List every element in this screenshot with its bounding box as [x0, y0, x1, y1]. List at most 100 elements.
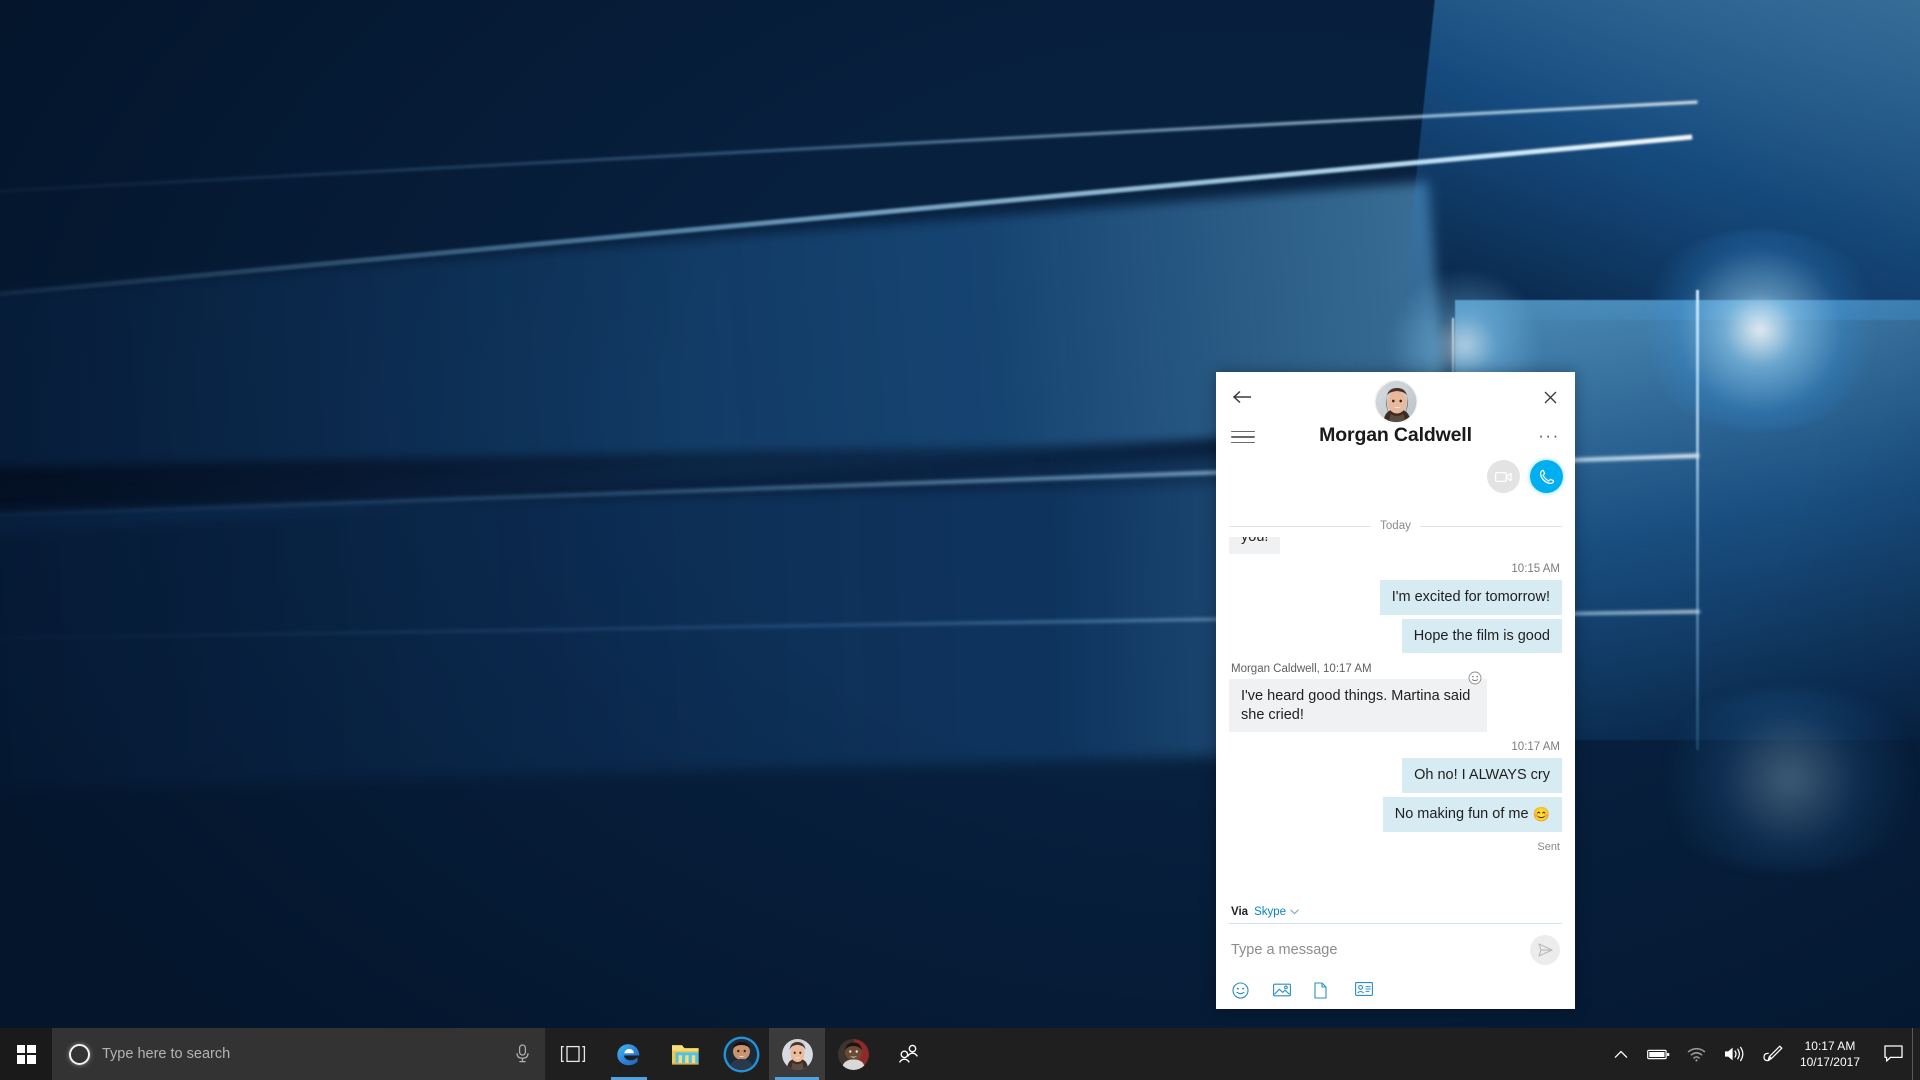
message-timestamp: 10:15 AM: [1511, 563, 1560, 575]
my-people-icon: [898, 1044, 918, 1063]
chat-header: Morgan Caldwell ···: [1216, 372, 1575, 514]
windows-logo-icon: [16, 1044, 36, 1064]
message-emoji: 😊: [1532, 805, 1550, 822]
contact-card-glyph: [1355, 982, 1373, 996]
divider-rule-left: [1229, 525, 1372, 527]
battery-icon: [1647, 1049, 1670, 1059]
start-button[interactable]: [0, 1028, 52, 1080]
close-button[interactable]: [1535, 382, 1565, 412]
message-text: I'm excited for tomorrow!: [1391, 589, 1550, 605]
via-selector[interactable]: Via Skype: [1229, 902, 1562, 924]
microphone-icon[interactable]: [514, 1044, 531, 1064]
chevron-down-icon[interactable]: [1290, 909, 1299, 915]
people-contact-3-avatar: [837, 1038, 869, 1070]
send-button[interactable]: [1530, 935, 1560, 965]
taskbar[interactable]: Type here to search 10:17 AM 10/17/2017: [0, 1028, 1920, 1080]
network-button[interactable]: [1678, 1028, 1716, 1080]
wallpaper-vignette: [0, 0, 1920, 1080]
file-glyph: [1314, 982, 1327, 999]
logo-pane-2: [27, 1044, 36, 1053]
divider-rule-right: [1419, 525, 1562, 527]
logo-pane-4: [27, 1055, 36, 1064]
battery-button[interactable]: [1640, 1028, 1678, 1080]
people-chat-window[interactable]: Morgan Caldwell ··· Today you! 10:15 AM …: [1216, 372, 1575, 1009]
clock-date: 10/17/2017: [1799, 1055, 1860, 1069]
file-explorer-icon: [671, 1045, 699, 1065]
message-text: I've heard good things. Martina said she…: [1241, 688, 1471, 723]
via-label: Via: [1231, 906, 1249, 918]
cortana-icon[interactable]: [69, 1043, 90, 1065]
logo-pane-3: [16, 1055, 25, 1064]
day-divider-label: Today: [1380, 520, 1411, 532]
contact-1-avatar-image: [725, 1038, 757, 1070]
reaction-smiley-icon[interactable]: [1468, 671, 1482, 685]
message-input[interactable]: [1231, 942, 1522, 958]
message-sender-line: Morgan Caldwell, 10:17 AM: [1231, 663, 1372, 676]
action-center-button[interactable]: [1874, 1028, 1912, 1080]
video-call-button[interactable]: [1487, 460, 1520, 493]
message-row: I'm excited for tomorrow!: [1229, 580, 1562, 615]
task-view-button[interactable]: [545, 1028, 601, 1080]
tray-overflow-button[interactable]: [1602, 1028, 1640, 1080]
pen-icon: [1763, 1045, 1783, 1062]
search-placeholder: Type here to search: [102, 1046, 231, 1062]
contact-morgan-avatar-image: [781, 1038, 813, 1070]
compose-area: Via Skype: [1216, 902, 1575, 1009]
audio-call-button[interactable]: [1530, 460, 1563, 493]
clock[interactable]: 10:17 AM 10/17/2017: [1792, 1028, 1874, 1080]
people-contact-3-button[interactable]: [825, 1028, 881, 1080]
message-text: you!: [1241, 537, 1269, 545]
message-text: No making fun of me: [1394, 805, 1533, 822]
more-options-button[interactable]: ···: [1535, 422, 1563, 450]
action-center-icon: [1883, 1045, 1903, 1062]
desktop[interactable]: [0, 0, 1920, 1080]
message-bubble[interactable]: No making fun of me 😊: [1382, 796, 1562, 832]
image-glyph: [1273, 983, 1291, 997]
message-row: No making fun of me 😊: [1229, 796, 1562, 832]
people-contact-morgan-avatar: [781, 1038, 813, 1070]
microphone-glyph: [516, 1044, 529, 1063]
windows-ink-button[interactable]: [1754, 1028, 1792, 1080]
conversation-list[interactable]: Today you! 10:15 AM I'm excited for tomo…: [1216, 514, 1575, 902]
message-row: Oh no! I ALWAYS cry: [1229, 758, 1562, 793]
image-icon[interactable]: [1273, 982, 1291, 999]
via-value[interactable]: Skype: [1254, 906, 1286, 918]
edge-icon: [617, 1044, 640, 1066]
smiley-outline-icon: [1468, 671, 1482, 685]
message-bubble-clipped[interactable]: you!: [1229, 537, 1281, 554]
chevron-down-glyph: [1290, 909, 1299, 915]
people-contact-morgan-button[interactable]: [769, 1028, 825, 1080]
people-contact-1-button[interactable]: [713, 1028, 769, 1080]
message-row: you!: [1229, 537, 1562, 554]
message-timestamp: 10:17 AM: [1511, 741, 1560, 754]
edge-button[interactable]: [601, 1028, 657, 1080]
chevron-up-icon: [1614, 1050, 1628, 1058]
message-row: I've heard good things. Martina said she…: [1229, 671, 1562, 733]
wifi-icon: [1688, 1047, 1706, 1061]
contact-avatar[interactable]: [1374, 380, 1417, 423]
message-bubble[interactable]: I've heard good things. Martina said she…: [1229, 671, 1487, 733]
volume-icon: [1725, 1046, 1744, 1062]
volume-button[interactable]: [1716, 1028, 1754, 1080]
phone-icon: [1539, 469, 1554, 484]
file-icon[interactable]: [1314, 982, 1331, 999]
contact-3-avatar-image: [837, 1038, 869, 1070]
my-people-button[interactable]: [881, 1028, 937, 1080]
contact-name: Morgan Caldwell: [1319, 424, 1472, 446]
emoji-icon[interactable]: [1232, 982, 1249, 999]
video-camera-icon: [1495, 471, 1512, 482]
contact-card-icon[interactable]: [1355, 982, 1373, 999]
system-tray: 10:17 AM 10/17/2017: [1602, 1028, 1920, 1080]
call-actions: [1487, 460, 1563, 493]
clock-time: 10:17 AM: [1804, 1038, 1856, 1053]
search-box[interactable]: Type here to search: [52, 1028, 545, 1080]
back-button[interactable]: [1228, 382, 1258, 412]
task-view-icon: [560, 1045, 586, 1063]
message-bubble[interactable]: Oh no! I ALWAYS cry: [1402, 758, 1562, 793]
day-divider: Today: [1229, 515, 1562, 537]
message-row: Hope the film is good: [1229, 618, 1562, 654]
show-desktop-button[interactable]: [1912, 1028, 1920, 1080]
message-bubble[interactable]: Hope the film is good: [1401, 618, 1562, 654]
message-bubble[interactable]: I'm excited for tomorrow!: [1379, 580, 1562, 615]
file-explorer-button[interactable]: [657, 1028, 713, 1080]
